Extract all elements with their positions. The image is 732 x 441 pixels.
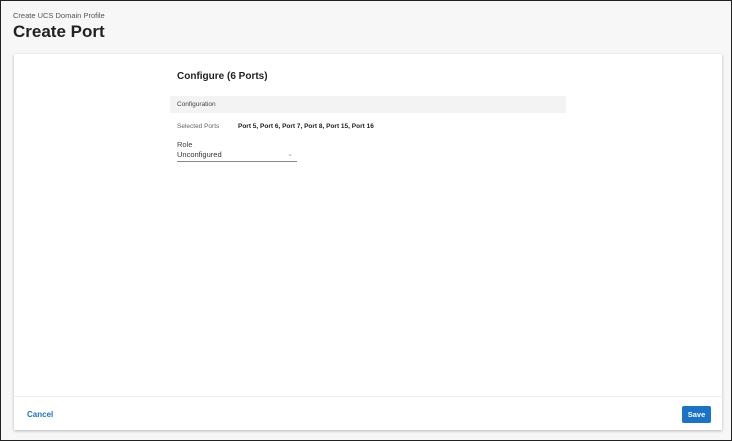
- section-title: Configuration: [177, 101, 216, 108]
- footer-bar: Cancel Save: [14, 396, 722, 431]
- cancel-button[interactable]: Cancel: [27, 410, 53, 419]
- page-title: Create Port: [13, 22, 105, 41]
- form-heading: Configure (6 Ports): [177, 71, 268, 82]
- configuration-section-header: Configuration: [170, 96, 566, 113]
- form-card: Configure (6 Ports) Configuration Select…: [14, 54, 722, 430]
- selected-ports-value: Port 5, Port 6, Port 7, Port 8, Port 15,…: [238, 123, 374, 130]
- selected-ports-label: Selected Ports: [177, 123, 220, 130]
- role-selected-value: Unconfigured: [177, 150, 222, 159]
- role-label: Role: [177, 140, 193, 149]
- breadcrumb[interactable]: Create UCS Domain Profile: [13, 11, 105, 20]
- chevron-down-icon: ⌄: [287, 151, 293, 158]
- save-button[interactable]: Save: [682, 406, 711, 423]
- role-select[interactable]: Unconfigured ⌄: [177, 150, 297, 162]
